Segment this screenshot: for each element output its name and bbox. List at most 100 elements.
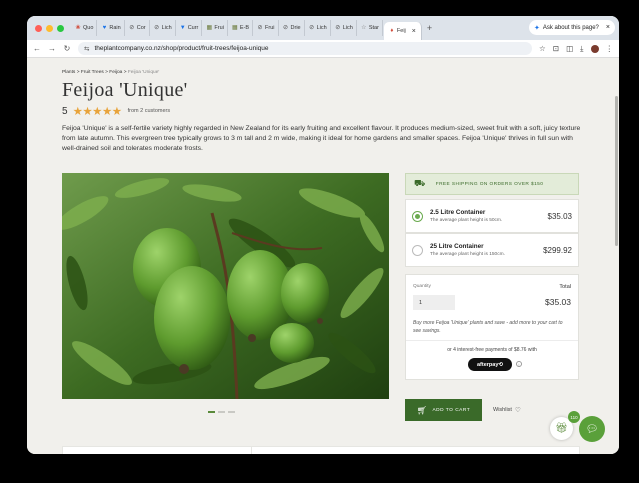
breadcrumb-separator: > xyxy=(123,70,127,75)
tab-favicon-icon: ⊘ xyxy=(257,25,263,31)
free-shipping-banner: ⛟ FREE SHIPPING ON ORDERS OVER $150 xyxy=(405,173,579,195)
tab-label: E-B xyxy=(239,25,250,31)
radio-selected[interactable] xyxy=(412,210,423,222)
back-arrow-icon[interactable]: ← xyxy=(33,44,41,53)
url-text: theplantcompany.co.nz/shop/product/fruit… xyxy=(94,45,269,52)
browser-tab[interactable]: ▦ Frui xyxy=(203,20,228,36)
close-window-dot[interactable] xyxy=(35,24,42,32)
tab-label: Lich xyxy=(342,25,353,31)
extensions-icon[interactable]: ⊡ xyxy=(553,44,559,53)
feijoa-photo xyxy=(62,173,389,399)
maximize-window-dot[interactable] xyxy=(57,24,64,32)
forward-arrow-icon[interactable]: → xyxy=(48,44,56,53)
window-controls xyxy=(35,24,64,32)
tab-favicon-icon: ⊘ xyxy=(154,25,160,31)
option-subtitle: The average plant height is 150cm. xyxy=(430,252,505,257)
tab-favicon-icon: ⊘ xyxy=(129,25,135,31)
url-field[interactable]: ⇆ theplantcompany.co.nz/shop/product/fru… xyxy=(78,42,533,55)
breadcrumb-feijoa[interactable]: Feijoa xyxy=(109,70,122,75)
profile-avatar[interactable] xyxy=(590,44,599,53)
heart-icon: ♡ xyxy=(514,407,521,414)
rating: 5 ★★★★★ from 2 customers xyxy=(62,104,170,119)
browser-tab[interactable]: ♥ Rain xyxy=(98,20,125,36)
radio-unselected[interactable] xyxy=(412,244,423,256)
product-title: Feijoa 'Unique' xyxy=(62,79,188,101)
chat-icon[interactable]: 💬︎ xyxy=(579,416,605,442)
info-icon[interactable]: i xyxy=(516,361,522,367)
tab-favicon-icon: ▼ xyxy=(179,25,186,31)
browser-tab[interactable]: ❀ Quo xyxy=(72,20,98,36)
wishlist-label: Wishlist xyxy=(493,407,512,413)
tab-bar: ❀ Quo ♥ Rain ⊘ Cor ⊘ Lich ▼ Curr ▦ Frui ▦ E-B ⊘ Frui ⊘ Dr… xyxy=(27,16,619,40)
browser-tab[interactable]: ⊘ Frui xyxy=(254,20,279,36)
tab-label: Quo xyxy=(83,25,94,31)
option-title: 25 Litre Container xyxy=(430,243,484,250)
tab-label: Star xyxy=(368,25,379,31)
star-rating-icon[interactable]: ★★★★★ xyxy=(73,104,123,118)
add-to-cart-button[interactable]: 🛒︎ ADD TO CART xyxy=(405,399,482,421)
wishlist-button[interactable]: Wishlist ♡ xyxy=(493,406,521,414)
breadcrumb: Plants > Fruit Trees > Feijoa > Feijoa '… xyxy=(62,70,159,75)
breadcrumb-plants[interactable]: Plants xyxy=(62,70,75,75)
tab-favicon-icon: ⊘ xyxy=(335,25,341,31)
truck-icon: ⛟ xyxy=(414,178,426,188)
carousel-dot-3[interactable] xyxy=(228,411,235,413)
close-icon[interactable]: × xyxy=(606,24,610,31)
rating-value: 5 xyxy=(62,105,68,117)
product-description: Feijoa 'Unique' is a self-fertile variet… xyxy=(62,125,581,152)
option-title: 2.5 Litre Container xyxy=(430,209,486,216)
tab-label: Drie xyxy=(290,25,301,31)
page-scrollbar[interactable] xyxy=(615,96,618,246)
tab-favicon-icon: ❀ xyxy=(75,25,81,31)
tab-label: Curr xyxy=(187,25,199,31)
breadcrumb-separator: > xyxy=(105,70,108,75)
reload-icon[interactable]: ↻ xyxy=(63,44,71,53)
purchase-box: Quantity Total $35.03 Buy more Feijoa 'U… xyxy=(405,274,579,380)
tab-active[interactable]: ♦ Feij × xyxy=(383,22,422,40)
review-count[interactable]: from 2 customers xyxy=(128,108,170,114)
tab-favicon-icon: ⊘ xyxy=(309,25,315,31)
download-icon[interactable]: ⤓ xyxy=(580,44,583,54)
tab-close-icon[interactable]: × xyxy=(412,28,416,35)
tab-favicon-icon: ⊘ xyxy=(283,25,289,31)
breadcrumb-fruit-trees[interactable]: Fruit Trees xyxy=(81,70,104,75)
ask-about-page-button[interactable]: ✦ Ask about this page? × xyxy=(528,20,615,35)
quantity-input[interactable] xyxy=(413,295,455,310)
carousel-dot-1[interactable] xyxy=(208,411,215,413)
option-price: $35.03 xyxy=(547,211,572,221)
installments-text: or 4 interest-free payments of $8.76 wit… xyxy=(447,347,537,353)
browser-tab[interactable]: ▦ E-B xyxy=(229,20,254,36)
menu-kebab-icon[interactable]: ⋮ xyxy=(606,44,614,53)
tab-favicon-icon: ▦ xyxy=(206,25,213,31)
browser-tab[interactable]: ⊘ Lich xyxy=(306,20,331,36)
option-2-5-litre[interactable]: 2.5 Litre Container The average plant he… xyxy=(405,199,579,233)
web-page: Plants > Fruit Trees > Feijoa > Feijoa '… xyxy=(27,58,619,454)
bulk-promo-text: Buy more Feijoa 'Unique' plants and save… xyxy=(413,320,563,334)
browser-tab[interactable]: ⊘ Lich xyxy=(332,20,357,36)
minimize-window-dot[interactable] xyxy=(46,24,53,32)
sparkle-icon: ✦ xyxy=(533,24,540,32)
browser-tab[interactable]: ⊘ Cor xyxy=(126,20,150,36)
divider xyxy=(406,340,578,341)
sidebar-icon[interactable]: ◫ xyxy=(566,44,573,53)
browser-tab[interactable]: ☆ Star xyxy=(358,20,383,36)
product-image[interactable] xyxy=(62,173,389,399)
afterpay-logo[interactable]: afterpay⟲ xyxy=(468,358,512,371)
option-25-litre[interactable]: 25 Litre Container The average plant hei… xyxy=(405,233,579,267)
cart-icon: 🛒︎ xyxy=(416,405,428,415)
rewards-badge: 110 xyxy=(568,411,580,423)
total-price: $35.03 xyxy=(545,297,571,307)
browser-tab[interactable]: ▼ Curr xyxy=(177,20,203,36)
carousel-dot-2[interactable] xyxy=(218,411,225,413)
browser-tab[interactable]: ⊘ Lich xyxy=(151,20,176,36)
bookmark-star-icon[interactable]: ☆ xyxy=(539,44,546,53)
tab-label: Cor xyxy=(136,25,146,31)
divider xyxy=(251,447,252,454)
browser-tab[interactable]: ⊘ Drie xyxy=(280,20,305,36)
new-tab-button[interactable]: + xyxy=(427,23,432,33)
option-subtitle: The average plant height is 50cm. xyxy=(430,218,503,223)
tab-favicon-icon: ▦ xyxy=(232,25,238,31)
tab-strip: ❀ Quo ♥ Rain ⊘ Cor ⊘ Lich ▼ Curr ▦ Frui ▦ E-B ⊘ Frui ⊘ Dr… xyxy=(72,16,422,40)
tab-label: Lich xyxy=(316,25,327,31)
site-settings-icon[interactable]: ⇆ xyxy=(84,45,89,53)
